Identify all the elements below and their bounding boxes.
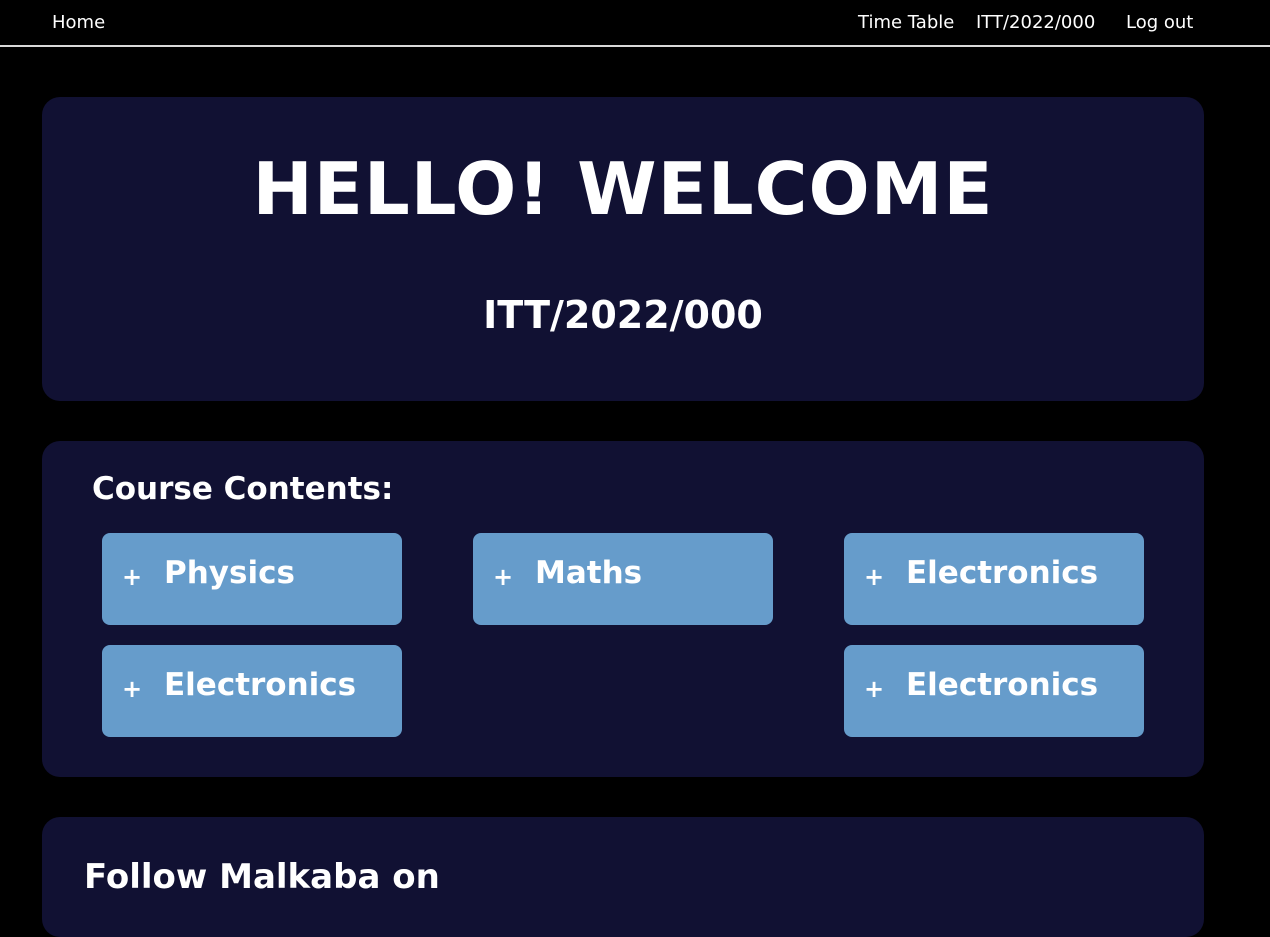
plus-icon: + (122, 675, 143, 703)
welcome-user-id: ITT/2022/000 (483, 293, 763, 337)
course-label: Electronics (164, 667, 357, 703)
plus-icon: + (122, 563, 143, 591)
course-label: Physics (164, 555, 295, 591)
nav-user-id-link[interactable]: ITT/2022/000 (976, 12, 1095, 33)
top-navbar: Home Time Table ITT/2022/000 Log out (0, 0, 1270, 47)
welcome-title: HELLO! WELCOME (252, 147, 994, 231)
nav-logout-link[interactable]: Log out (1126, 12, 1193, 33)
nav-timetable-link[interactable]: Time Table (858, 12, 954, 33)
course-label: Electronics (906, 555, 1099, 591)
plus-icon: + (864, 675, 885, 703)
nav-home-link[interactable]: Home (52, 12, 105, 33)
course-button-physics[interactable]: + Physics (102, 533, 402, 625)
course-button-electronics[interactable]: + Electronics (844, 533, 1144, 625)
follow-heading: Follow Malkaba on (84, 857, 440, 897)
follow-card: Follow Malkaba on (42, 817, 1204, 937)
welcome-card: HELLO! WELCOME ITT/2022/000 (42, 97, 1204, 401)
course-contents-card: Course Contents: + Physics + Maths + Ele… (42, 441, 1204, 777)
plus-icon: + (493, 563, 514, 591)
plus-icon: + (864, 563, 885, 591)
course-button-maths[interactable]: + Maths (473, 533, 773, 625)
course-label: Electronics (906, 667, 1099, 703)
course-button-electronics[interactable]: + Electronics (844, 645, 1144, 737)
course-label: Maths (535, 555, 643, 591)
course-contents-heading: Course Contents: (92, 471, 394, 507)
course-button-electronics[interactable]: + Electronics (102, 645, 402, 737)
